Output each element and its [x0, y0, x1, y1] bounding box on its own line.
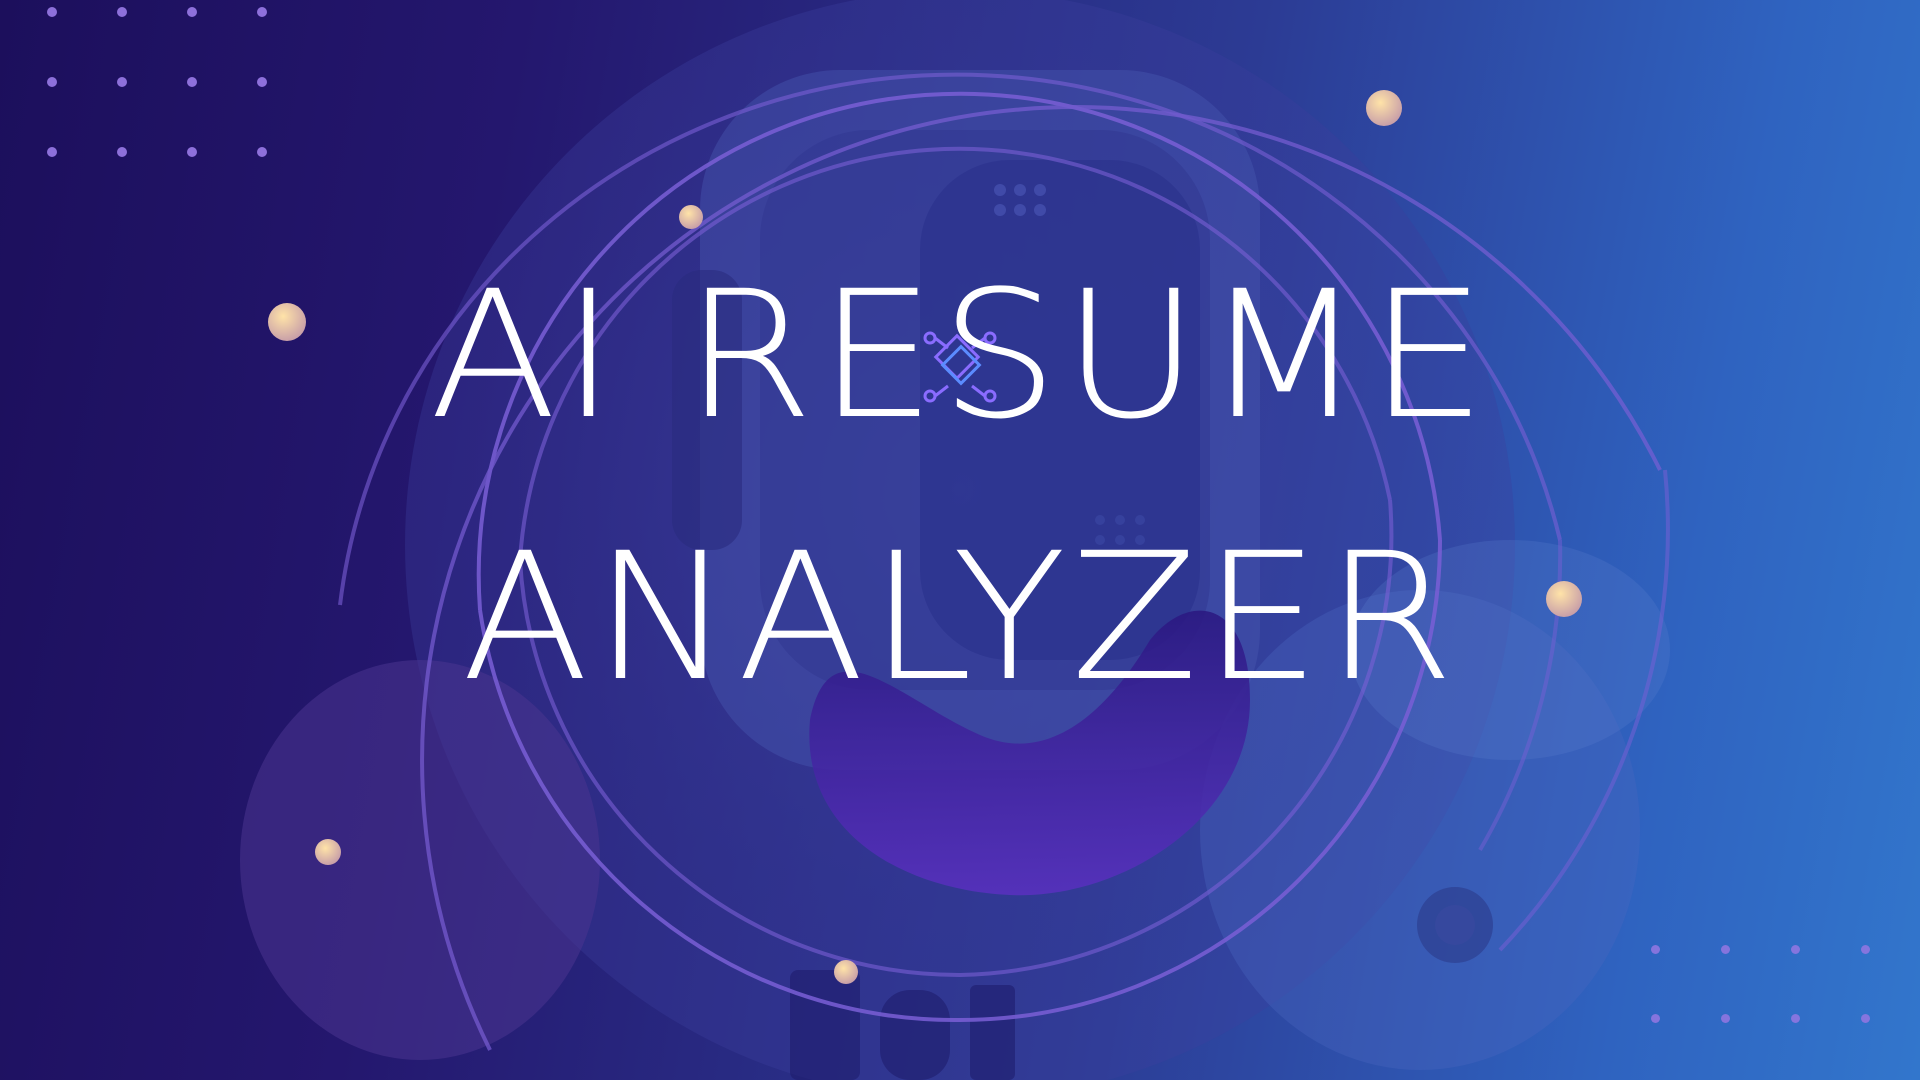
dot-grid-bottom-right [1651, 945, 1871, 1023]
dot-grid-top-left [47, 7, 267, 157]
title-line-2: ANALYZER [461, 515, 1459, 720]
hero-banner: AI RESUME ANALYZER [0, 0, 1920, 1080]
title-line-1: AI RESUME [429, 253, 1491, 458]
